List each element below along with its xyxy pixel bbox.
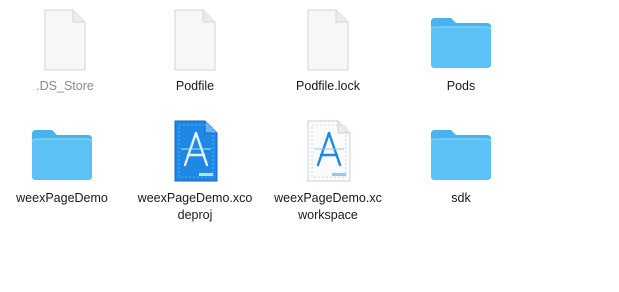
- xcode-project-icon: [174, 120, 218, 182]
- blank-document-icon: [307, 9, 349, 71]
- file-item-ds-store[interactable]: .DS_Store: [0, 0, 130, 100]
- file-item-xcworkspace[interactable]: weexPageDemo.xc workspace: [263, 116, 393, 226]
- file-name-label: Podfile: [175, 79, 215, 93]
- blank-document-icon: [174, 9, 216, 71]
- file-item-podfile[interactable]: Podfile: [130, 0, 260, 100]
- file-name-label: sdk: [451, 191, 471, 205]
- folder-item-sdk[interactable]: sdk: [396, 116, 526, 226]
- file-name-label: weexPageDemo: [16, 191, 108, 205]
- folder-icon: [430, 18, 492, 68]
- file-name-label-line-2: deproj: [177, 208, 213, 222]
- file-name-label-line-2: workspace: [298, 208, 358, 222]
- file-name-label: weexPageDemo.xc: [274, 191, 382, 205]
- file-item-xcodeproj[interactable]: weexPageDemo.xco deproj: [130, 116, 260, 226]
- folder-icon: [430, 130, 492, 180]
- finder-icon-grid: .DS_Store Podfile Podfile.lock Pods weex…: [0, 0, 619, 292]
- file-name-label: Podfile.lock: [296, 79, 360, 93]
- folder-item-pods[interactable]: Pods: [396, 0, 526, 100]
- file-name-label: weexPageDemo.xco: [137, 191, 253, 205]
- xcode-workspace-icon: [307, 120, 351, 182]
- file-name-label: .DS_Store: [36, 79, 94, 93]
- blank-document-icon: [44, 9, 86, 71]
- file-item-podfile-lock[interactable]: Podfile.lock: [263, 0, 393, 100]
- file-name-label: Pods: [446, 79, 476, 93]
- folder-icon: [31, 130, 93, 180]
- folder-item-weexpagedemo[interactable]: weexPageDemo: [0, 116, 127, 226]
